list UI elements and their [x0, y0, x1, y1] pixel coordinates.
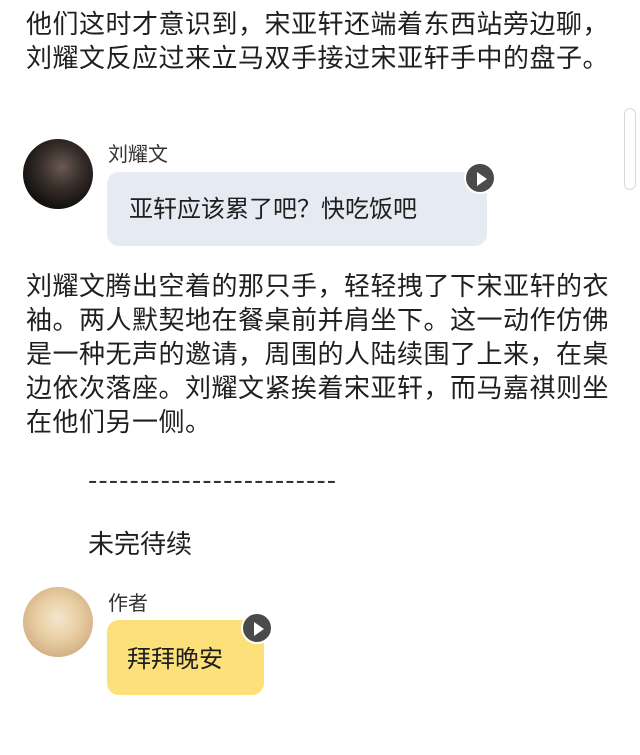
avatar-author[interactable]	[23, 587, 93, 657]
play-icon[interactable]	[241, 612, 273, 644]
section-divider: ------------------------	[88, 466, 338, 496]
story-paragraph-2: 刘耀文腾出空着的那只手，轻轻拽了下宋亚轩的衣袖。两人默契地在餐桌前并肩坐下。这一…	[26, 272, 610, 438]
chat-bubble[interactable]: 亚轩应该累了吧？快吃饭吧	[107, 172, 487, 246]
to-be-continued-text: 未完待续	[88, 530, 193, 560]
avatar-liu-yaowen[interactable]	[23, 139, 93, 209]
sender-name: 刘耀文	[108, 142, 168, 166]
chat-bubble-text: 亚轩应该累了吧？快吃饭吧	[129, 195, 417, 223]
play-icon[interactable]	[464, 162, 496, 194]
sender-name: 作者	[108, 591, 148, 615]
chat-bubble-text: 拜拜晚安	[127, 645, 223, 673]
scrollbar[interactable]	[624, 108, 636, 190]
story-paragraph-1: 他们这时才意识到，宋亚轩还端着东西站旁边聊，刘耀文反应过来立马双手接过宋亚轩手中…	[26, 10, 610, 74]
